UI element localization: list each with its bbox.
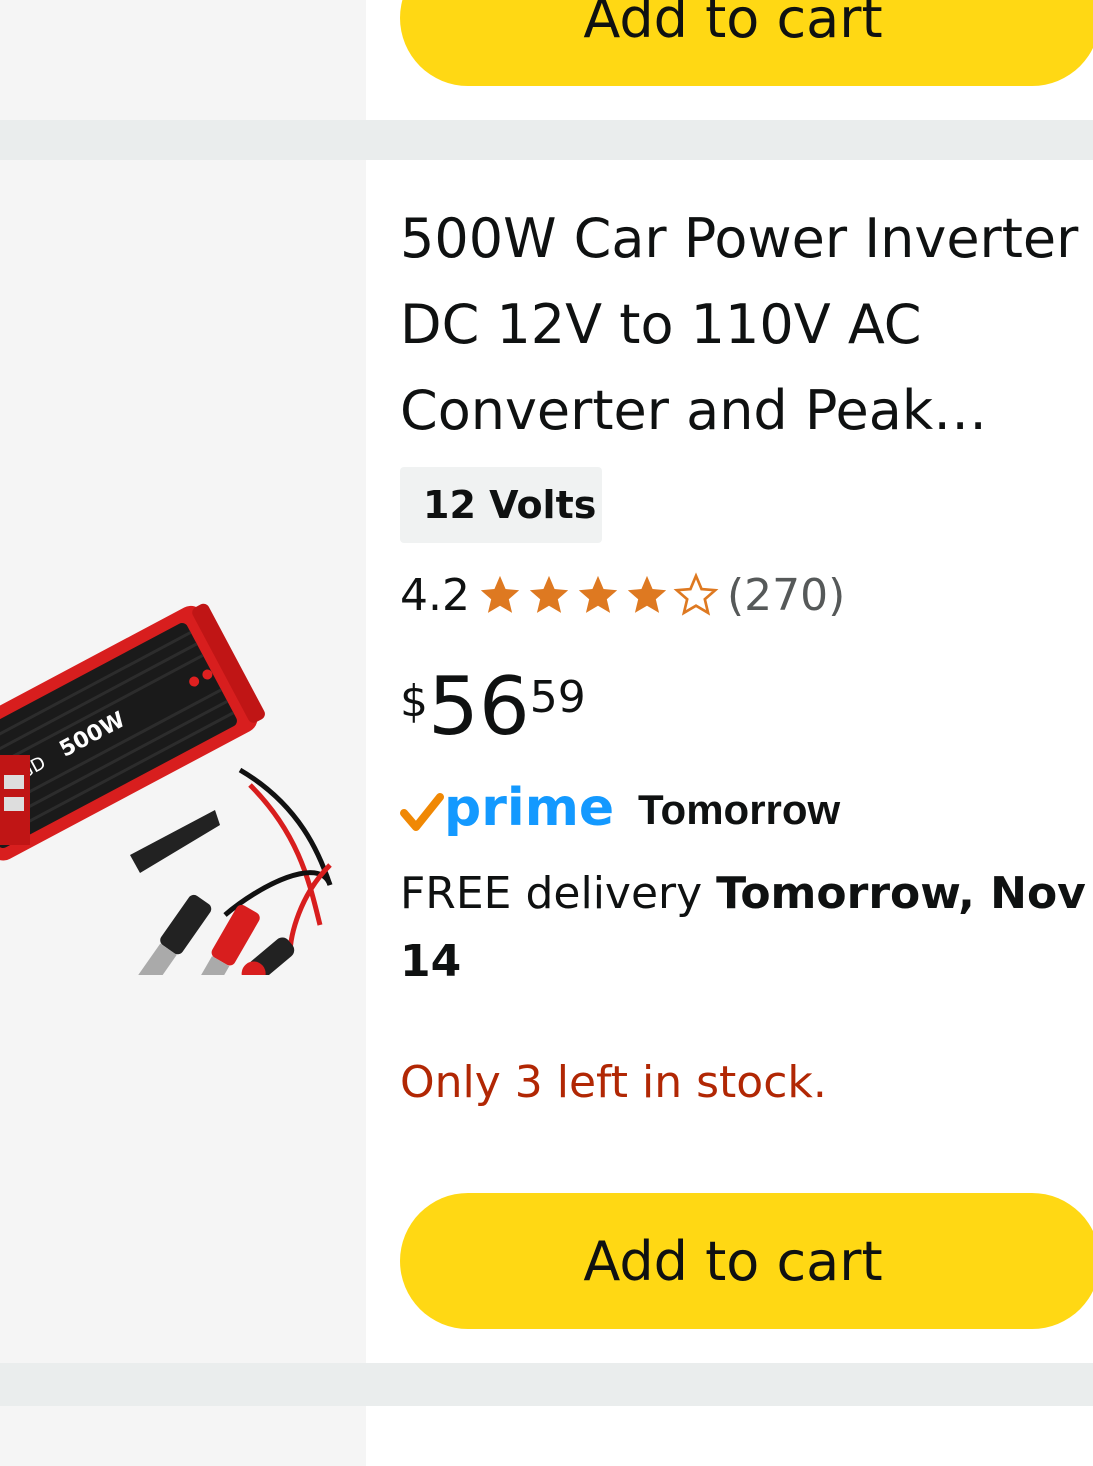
price-symbol: $ [400,676,428,727]
prime-delivery-day: Tomorrow [638,786,841,833]
product-card-next [0,1406,1093,1466]
price-whole: 56 [428,660,530,753]
product-title[interactable]: 500W Car Power Inverter DC 12V to 110V A… [400,196,1090,454]
product-image-pane[interactable] [0,1406,366,1466]
delivery-prefix: FREE delivery [400,868,703,919]
rating-value: 4.2 [400,569,470,621]
product-image-pane[interactable] [0,0,366,120]
product-card-previous: Add to cart [0,0,1093,120]
prime-logo-text: prime [444,778,614,838]
add-to-cart-button[interactable]: Add to cart [400,1193,1093,1329]
review-count: (270) [726,569,846,621]
prime-badge: prime Tomorrow [400,775,840,845]
product-image[interactable]: BYGD 500W [0,555,340,975]
star-full-icon [627,575,667,613]
star-full-icon [529,575,569,613]
add-to-cart-button[interactable]: Add to cart [400,0,1093,86]
variant-badge: 12 Volts [400,467,602,543]
star-empty-icon [673,572,719,616]
prime-logo-icon: prime [400,778,614,838]
price-fraction: 59 [529,672,586,723]
price: $ 56 59 [400,662,586,752]
rating-row[interactable]: 4.2 (270) [400,565,845,625]
product-card: BYGD 500W [0,160,1093,1363]
delivery-info: FREE delivery Tomorrow, Nov 14 [400,860,1090,996]
product-image-pane[interactable]: BYGD 500W [0,160,366,1363]
stock-status: Only 3 left in stock. [400,1057,827,1108]
star-rating [476,572,721,618]
star-full-icon [578,575,618,613]
star-full-icon [480,575,520,613]
